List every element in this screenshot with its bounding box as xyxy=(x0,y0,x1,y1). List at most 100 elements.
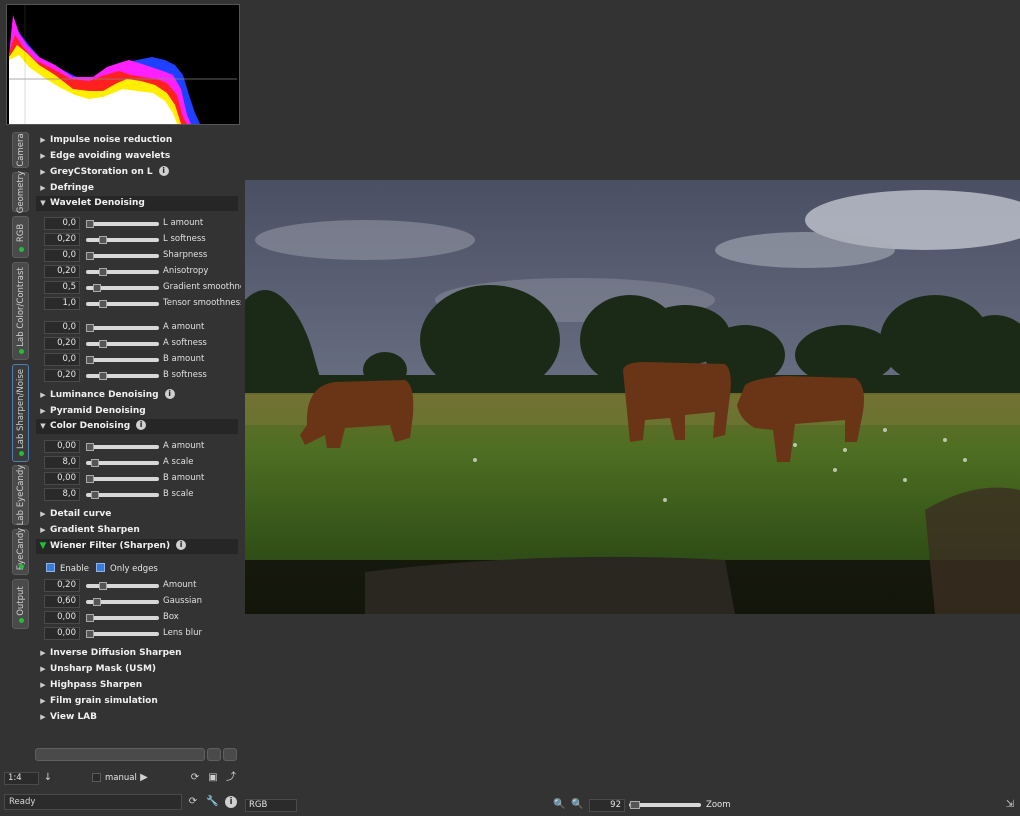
zoom-value-field[interactable]: 92 xyxy=(589,799,625,812)
section-wavelet-denoising[interactable]: ▼ Wavelet Denoising xyxy=(36,196,238,211)
slider-knob[interactable] xyxy=(92,598,101,606)
section-inverse-diffusion-sharpen[interactable]: ▶ Inverse Diffusion Sharpen xyxy=(36,646,238,661)
play-icon[interactable]: ▶ xyxy=(138,772,150,784)
slider-knob[interactable] xyxy=(86,220,94,228)
section-defringe[interactable]: ▶ Defringe xyxy=(36,181,238,196)
slider-track[interactable] xyxy=(86,372,159,380)
slider-knob[interactable] xyxy=(99,582,107,590)
section-highpass-sharpen[interactable]: ▶ Highpass Sharpen xyxy=(36,678,238,693)
value-field[interactable]: 0,00 xyxy=(44,472,80,485)
section-impulse-noise-reduction[interactable]: ▶ Impulse noise reduction xyxy=(36,133,238,148)
slider-track[interactable] xyxy=(86,582,159,590)
slider-row[interactable]: 0,20 Amount xyxy=(44,579,240,593)
section-luminance-denoising[interactable]: ▶ Luminance Denoising i xyxy=(36,388,238,403)
slider-track[interactable] xyxy=(86,475,159,483)
slider-knob[interactable] xyxy=(86,356,94,364)
zoom-in-icon[interactable]: 🔍 xyxy=(571,799,583,811)
section-film-grain[interactable]: ▶ Film grain simulation xyxy=(36,694,238,709)
slider-track[interactable] xyxy=(86,252,159,260)
value-field[interactable]: 0,20 xyxy=(44,579,80,592)
settings-cycle-icon[interactable]: ⟳ xyxy=(187,796,199,808)
section-greycstoration[interactable]: ▶ GreyCStoration on L i xyxy=(36,165,238,180)
value-field[interactable]: 0,0 xyxy=(44,217,80,230)
section-gradient-sharpen[interactable]: ▶ Gradient Sharpen xyxy=(36,523,238,538)
progress-button-1[interactable] xyxy=(207,748,221,761)
slider-row[interactable]: 0,20 L softness xyxy=(44,233,240,247)
info-icon[interactable]: i xyxy=(225,796,237,808)
section-wiener-filter[interactable]: ▼ Wiener Filter (Sharpen) i xyxy=(36,539,238,554)
value-field[interactable]: 0,20 xyxy=(44,337,80,350)
section-pyramid-denoising[interactable]: ▶ Pyramid Denoising xyxy=(36,404,238,419)
slider-track[interactable] xyxy=(86,356,159,364)
slider-track[interactable] xyxy=(86,459,159,467)
slider-track[interactable] xyxy=(86,268,159,276)
slider-track[interactable] xyxy=(86,284,159,292)
tab-geometry[interactable]: Geometry xyxy=(12,171,29,213)
slider-track[interactable] xyxy=(86,324,159,332)
image-preview[interactable] xyxy=(245,180,1020,614)
slider-row[interactable]: 0,00 Lens blur xyxy=(44,627,240,641)
tab-eyecandy[interactable]: EyeCandy xyxy=(12,528,29,575)
tab-lab-color-contrast[interactable]: Lab Color/Contrast xyxy=(12,262,29,360)
slider-knob[interactable] xyxy=(99,300,107,308)
slider-knob[interactable] xyxy=(99,236,107,244)
zoom-slider-knob[interactable] xyxy=(630,801,640,809)
value-field[interactable]: 0,00 xyxy=(44,440,80,453)
value-field[interactable]: 8,0 xyxy=(44,456,80,469)
zoom-out-icon[interactable]: 🔍 xyxy=(553,799,565,811)
save-icon[interactable]: ▣ xyxy=(207,772,219,784)
zoom-slider[interactable] xyxy=(629,801,701,809)
preview-ratio-select[interactable]: 1:4 xyxy=(4,772,39,785)
slider-row[interactable]: 0,60 Gaussian xyxy=(44,595,240,609)
section-edge-avoiding-wavelets[interactable]: ▶ Edge avoiding wavelets xyxy=(36,149,238,164)
value-field[interactable]: 1,0 xyxy=(44,297,80,310)
section-unsharp-mask[interactable]: ▶ Unsharp Mask (USM) xyxy=(36,662,238,677)
tab-rgb[interactable]: RGB xyxy=(12,216,29,258)
slider-knob[interactable] xyxy=(92,284,101,292)
slider-track[interactable] xyxy=(86,236,159,244)
slider-knob[interactable] xyxy=(91,459,100,467)
slider-track[interactable] xyxy=(86,491,159,499)
slider-knob[interactable] xyxy=(86,443,94,451)
tab-lab-eyecandy[interactable]: Lab EyeCandy xyxy=(12,465,29,525)
value-field[interactable]: 0,5 xyxy=(44,281,80,294)
info-icon[interactable]: i xyxy=(176,540,187,550)
info-icon[interactable]: i xyxy=(136,420,147,430)
slider-knob[interactable] xyxy=(86,614,94,622)
slider-track[interactable] xyxy=(86,614,159,622)
slider-row[interactable]: 8,0 A scale xyxy=(44,456,240,470)
slider-row[interactable]: 0,0 L amount xyxy=(44,217,240,231)
slider-knob[interactable] xyxy=(99,268,107,276)
info-icon[interactable]: i xyxy=(158,166,169,176)
slider-knob[interactable] xyxy=(86,252,94,260)
enable-checkbox[interactable]: Enable xyxy=(46,563,89,575)
slider-knob[interactable] xyxy=(86,475,94,483)
fullscreen-icon[interactable]: ⇲ xyxy=(1004,799,1016,811)
slider-row[interactable]: 0,0 B amount xyxy=(44,353,240,367)
section-view-lab[interactable]: ▶ View LAB xyxy=(36,710,238,725)
slider-track[interactable] xyxy=(86,220,159,228)
slider-knob[interactable] xyxy=(91,491,100,499)
section-color-denoising[interactable]: ▼ Color Denoising i xyxy=(36,419,238,434)
section-detail-curve[interactable]: ▶ Detail curve xyxy=(36,507,238,522)
tab-camera[interactable]: Camera xyxy=(12,132,29,168)
slider-row[interactable]: 0,00 Box xyxy=(44,611,240,625)
arrow-down-icon[interactable]: ↓ xyxy=(42,772,54,784)
value-field[interactable]: 0,00 xyxy=(44,611,80,624)
slider-row[interactable]: 0,5 Gradient smoothness xyxy=(44,281,241,295)
slider-row[interactable]: 0,20 B softness xyxy=(44,369,240,383)
tab-lab-sharpen-noise[interactable]: Lab Sharpen/Noise xyxy=(12,364,29,462)
wrench-icon[interactable]: 🔧 xyxy=(206,796,218,808)
value-field[interactable]: 0,60 xyxy=(44,595,80,608)
value-field[interactable]: 0,0 xyxy=(44,321,80,334)
slider-track[interactable] xyxy=(86,630,159,638)
slider-row[interactable]: 0,00 B amount xyxy=(44,472,240,486)
value-field[interactable]: 8,0 xyxy=(44,488,80,501)
slider-row[interactable]: 0,0 Sharpness xyxy=(44,249,240,263)
value-field[interactable]: 0,20 xyxy=(44,369,80,382)
value-field[interactable]: 0,0 xyxy=(44,249,80,262)
slider-track[interactable] xyxy=(86,598,159,606)
slider-knob[interactable] xyxy=(99,340,107,348)
slider-row[interactable]: 0,00 A amount xyxy=(44,440,240,454)
slider-knob[interactable] xyxy=(86,630,94,638)
